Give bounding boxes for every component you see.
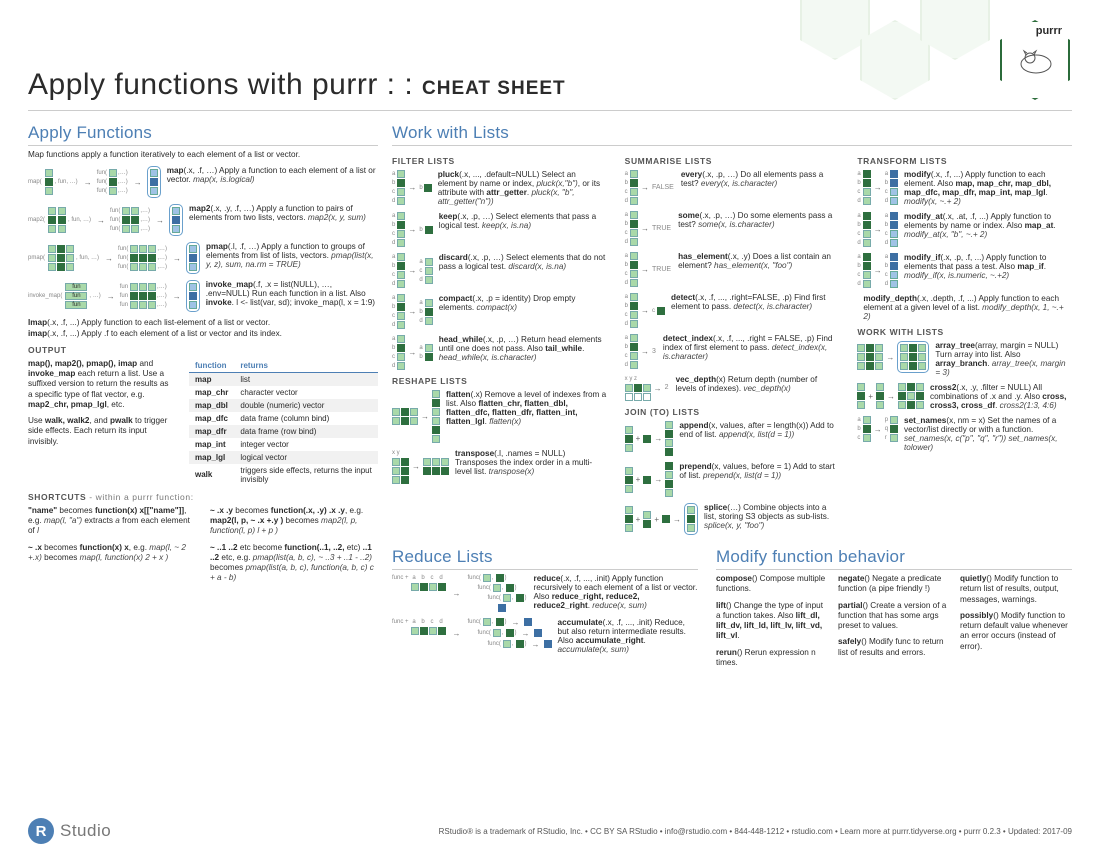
apply-fn-list: map(, fun, …)→fun(,…)fun(,…)fun(,…)→map(… (28, 166, 378, 312)
output-left: map(), map2(), pmap(), imap and invoke_m… (28, 359, 175, 486)
reduce-reduce: func +abcd→func(,)func(,)func(,)reduce(.… (392, 574, 698, 612)
output-table-wrap: functionreturnsmaplistmap_chrcharacter v… (189, 359, 378, 486)
lists-sub-3: TRANSFORM LISTS abcd→abcdmodify(.x, .f, … (857, 150, 1072, 541)
r-ball-icon: R (28, 818, 54, 844)
reduce-heading: Reduce Lists (392, 547, 698, 570)
purrr-logo-label: purrr (1036, 25, 1062, 37)
filter-list-compact: abcd→abdcompact(.x, .p = identity) Drop … (392, 294, 607, 329)
apply-pmap: pmap(, fun, …)→fun(,…)fun(,…)fun(,…)→pma… (28, 242, 378, 274)
modify-quietly: quietly() Modify function to return list… (960, 574, 1072, 605)
shortcut: ~ ..1 ..2 etc become function(..1, ..2, … (210, 543, 378, 584)
main-grid: Apply Functions Map functions apply a fu… (28, 123, 1072, 674)
rstudio-text: Studio (60, 821, 111, 841)
page-title-main: Apply functions with purrr : : (28, 68, 413, 101)
summ-list-has_element: abcd→TRUEhas_element(.x, .y) Does a list… (625, 252, 840, 287)
col-lists: Work with Lists FILTER LISTS abcd→bpluck… (392, 123, 1072, 674)
lists-sub-1: FILTER LISTS abcd→bpluck(.x, ..., .defau… (392, 150, 607, 541)
summ-list-detect_index: abcd→3detect_index(.x, .f, ..., .right =… (625, 334, 840, 369)
shortcut: ~ .x .y becomes function(.x, .y) .x .y, … (210, 506, 378, 537)
output-block: map(), map2(), pmap(), imap and invoke_m… (28, 359, 378, 486)
filter-list-pluck: abcd→bpluck(.x, ..., .default=NULL) Sele… (392, 170, 607, 206)
modify-negate: negate() Negate a predicate function (a … (838, 574, 950, 595)
col-apply: Apply Functions Map functions apply a fu… (28, 123, 378, 674)
rstudio-logo: R Studio (28, 818, 111, 844)
modify-partial: partial() Create a version of a function… (838, 601, 950, 632)
shortcut: ~ .x becomes function(x) x, e.g. map(l, … (28, 543, 196, 564)
transform-h: TRANSFORM LISTS (857, 156, 1072, 166)
join-list-prepend: +→prepend(x, values, before = 1) Add to … (625, 462, 840, 497)
shortcut: "name" becomes function(x) x[["name"]], … (28, 506, 196, 537)
decor-hex-pattern (800, 0, 1020, 70)
filter-list-head_while: abcd→abhead_while(.x, .p, …) Return head… (392, 335, 607, 370)
output-heading: OUTPUT (28, 345, 378, 355)
modify-heading: Modify function behavior (716, 547, 1072, 570)
page-title-sub: CHEAT SHEET (422, 78, 566, 99)
summ-list-some: abcd→TRUEsome(.x, .p, …) Do some element… (625, 211, 840, 246)
summarise-h: SUMMARISE LISTS (625, 156, 840, 166)
footer: R Studio RStudio® is a trademark of RStu… (28, 814, 1072, 844)
apply-map: map(, fun, …)→fun(,…)fun(,…)fun(,…)→map(… (28, 166, 378, 198)
modify-safely: safely() Modify func to return list of r… (838, 637, 950, 658)
apply-map2: map2(, fun, …)→fun(,…)fun(,…)fun(,…)→map… (28, 204, 378, 236)
shortcuts-grid: "name" becomes function(x) x[["name"]], … (28, 506, 378, 590)
join-h: JOIN (TO) LISTS (625, 407, 840, 417)
filter-h: FILTER LISTS (392, 156, 607, 166)
col-modify: Modify function behavior compose() Compo… (716, 547, 1072, 674)
filter-list-keep: abcd→bkeep(.x, .p, …) Select elements th… (392, 212, 607, 247)
reshape-h: RESHAPE LISTS (392, 376, 607, 386)
summ-list-every: abcd→FALSEevery(.x, .p, …) Do all elemen… (625, 170, 840, 205)
modify-grid: compose() Compose multiple functions. lif… (716, 574, 1072, 674)
page-title: Apply functions with purrr : : CHEAT SHE… (28, 68, 566, 102)
work-list-array_tree: →array_tree(array, margin = NULL) Turn a… (857, 341, 1072, 377)
reshape-list-transpose: x y→transpose(.l, .names = NULL) Transpo… (392, 449, 607, 484)
output-table: functionreturnsmaplistmap_chrcharacter v… (189, 359, 378, 486)
work-list-cross2: +→cross2(.x, .y, .filter = NULL) All com… (857, 383, 1072, 410)
modify-possibly: possibly() Modify function to return def… (960, 611, 1072, 652)
filter-list-discard: abcd→acddiscard(.x, .p, …) Select elemen… (392, 253, 607, 288)
lists-sub-2: SUMMARISE LISTS abcd→FALSEevery(.x, .p, … (625, 150, 840, 541)
modify-rerun: rerun() Rerun expression n times. (716, 648, 828, 669)
col-reduce: Reduce Lists func +abcd→func(,)func(,)fu… (392, 547, 698, 674)
modify-compose: compose() Compose multiple functions. (716, 574, 828, 595)
summ-list-detect: abcd→cdetect(.x, .f, ..., .right=FALSE, … (625, 293, 840, 328)
summ-list-vec_depth: x y z→2vec_depth(x) Return depth (number… (625, 375, 840, 401)
apply-intro: Map functions apply a function iterative… (28, 150, 378, 160)
lists-heading: Work with Lists (392, 123, 1072, 146)
shortcuts-heading: SHORTCUTS - within a purrr function: (28, 492, 378, 502)
join-list-append: +→append(x, values, after = length(x)) A… (625, 421, 840, 456)
modify-lift: lift() Change the type of input a functi… (716, 601, 828, 642)
transform-list-modify: abcd→abcdmodify(.x, .f, ...) Apply funct… (857, 170, 1072, 206)
apply-heading: Apply Functions (28, 123, 378, 146)
transform-list-modify_depth: modify_depth(.x, .depth, .f, ...) Apply … (857, 294, 1072, 321)
reduce-accumulate: func +abcd→func(,)→func(,)→func(,)→accum… (392, 618, 698, 654)
purrr-logo: purrr (1000, 20, 1072, 102)
apply-invoke_map: invoke_map(funfunfun, …)→fun,…)fun,…)fun… (28, 280, 378, 312)
transform-list-modify_if: abcd→abcdmodify_if(.x, .p, .f, ...) Appl… (857, 253, 1072, 288)
reshape-list-flatten: →flatten(.x) Remove a level of indexes f… (392, 390, 607, 443)
apply-lmap: lmap(.x, .f, ...) Apply function to each… (28, 318, 378, 339)
join-list-splice: ++→splice(…) Combine objects into a list… (625, 503, 840, 535)
work-list-set_names: abc→pqrset_names(x, nm = x) Set the name… (857, 416, 1072, 452)
work-h: WORK WITH LISTS (857, 327, 1072, 337)
cat-icon (1016, 46, 1056, 76)
footer-text: RStudio® is a trademark of RStudio, Inc.… (439, 827, 1072, 836)
transform-list-modify_at: abcd→abcdmodify_at(.x, .at, .f, ...) App… (857, 212, 1072, 247)
